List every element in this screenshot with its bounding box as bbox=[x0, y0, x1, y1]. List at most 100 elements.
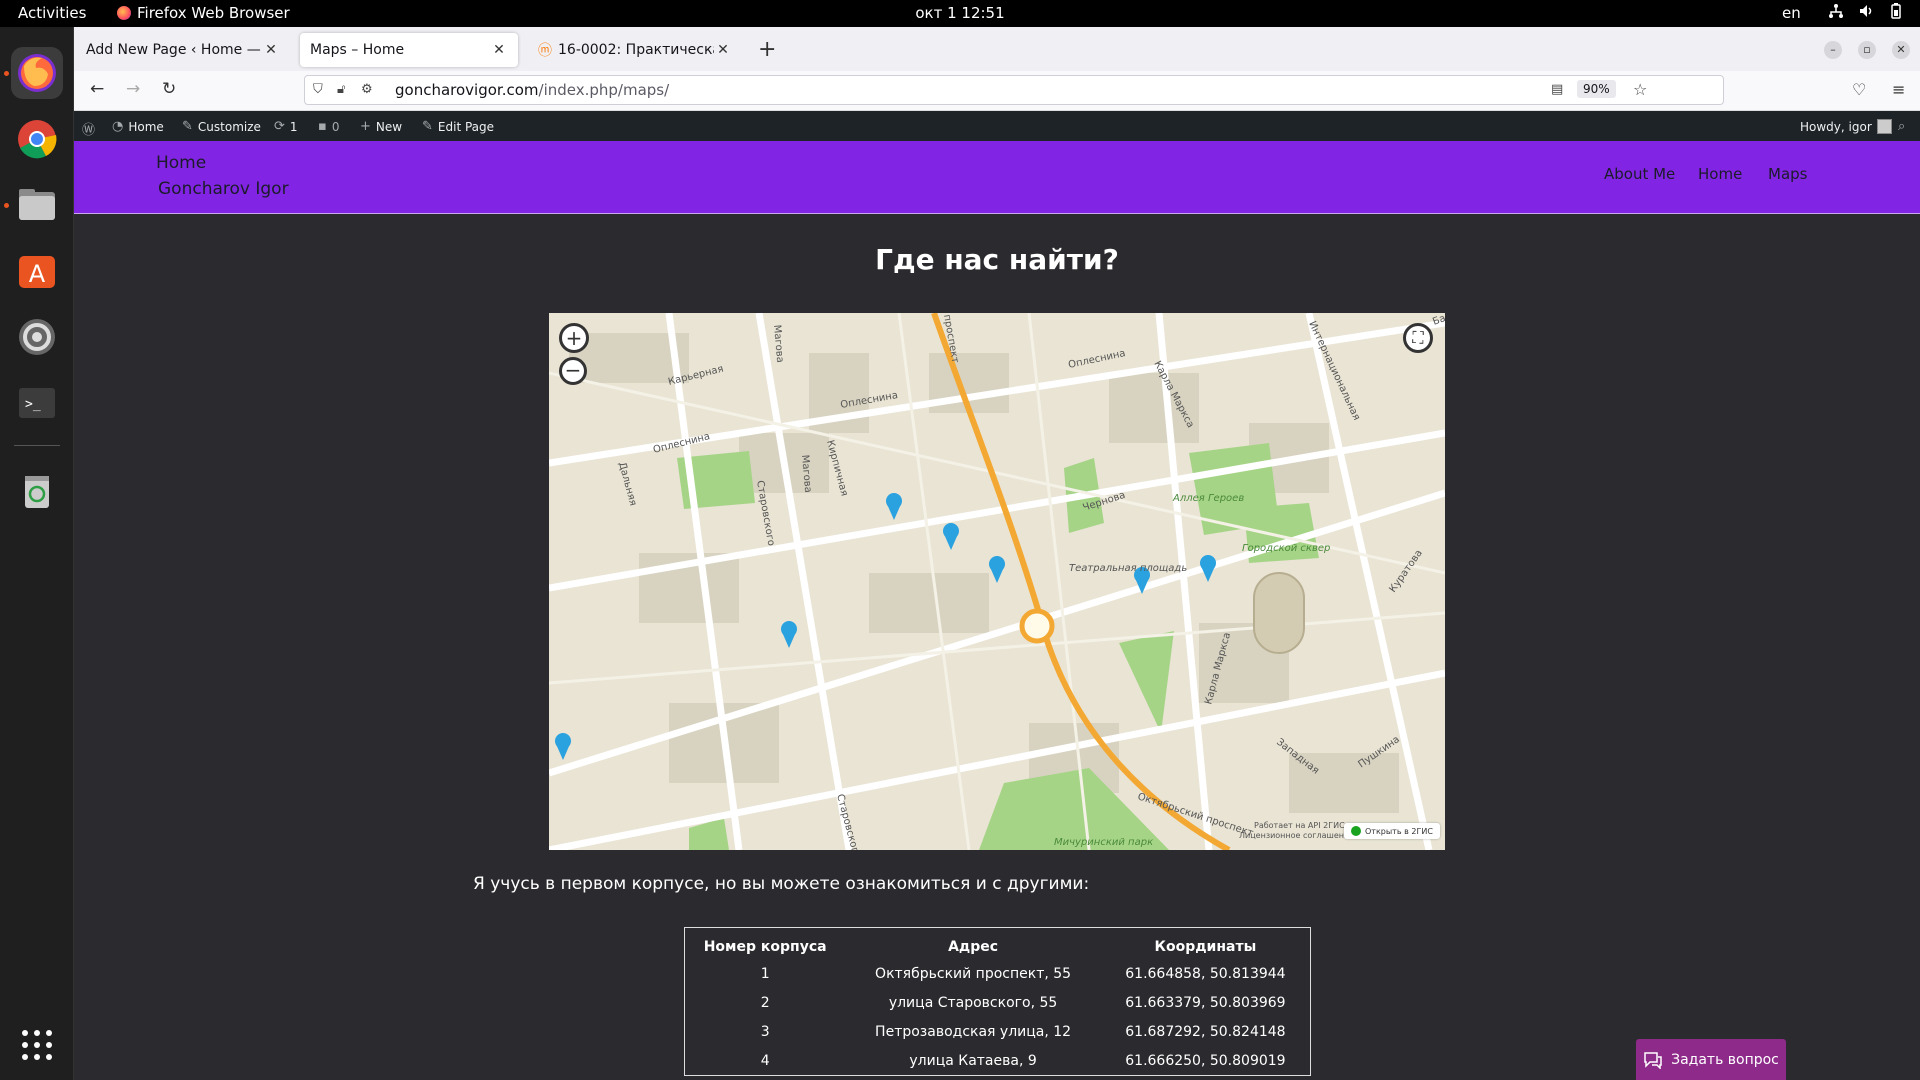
map-widget[interactable]: Бабушк Интернациональная Оплеснина Магов… bbox=[549, 313, 1445, 850]
table-row: 2 улица Старовского, 55 61.663379, 50.80… bbox=[685, 989, 1311, 1018]
dock-terminal[interactable]: >_ bbox=[11, 377, 63, 429]
browser-tab-strip: Add New Page ‹ Home — Wo ✕ Maps – Home ✕… bbox=[74, 27, 1920, 71]
map-label: Старовского bbox=[834, 793, 862, 850]
map-label: Куратова bbox=[1387, 548, 1424, 595]
url-path: /index.php/maps/ bbox=[538, 81, 670, 99]
dock-settings[interactable] bbox=[11, 311, 63, 363]
avatar bbox=[1876, 119, 1892, 134]
brush-icon: ✎ bbox=[182, 119, 193, 134]
reader-view-icon[interactable]: ▤ bbox=[1551, 82, 1563, 97]
system-tray[interactable] bbox=[1828, 3, 1904, 19]
back-button[interactable]: ← bbox=[90, 79, 104, 99]
wp-new-label: New bbox=[375, 119, 403, 134]
close-tab-icon[interactable]: ✕ bbox=[262, 42, 280, 58]
wp-customize-label: Customize bbox=[197, 119, 261, 134]
wp-updates[interactable]: ⟳ 1 bbox=[274, 119, 298, 134]
menu-item-about-me[interactable]: About Me bbox=[1604, 165, 1675, 183]
intro-text: Я учусь в первом корпусе, но вы можете о… bbox=[473, 874, 1090, 894]
table-cell: 61.666250, 50.809019 bbox=[1125, 1052, 1286, 1069]
table-cell: 61.664858, 50.813944 bbox=[1125, 966, 1286, 982]
bookmark-star-icon[interactable]: ☆ bbox=[1633, 80, 1647, 99]
fullscreen-icon[interactable]: ⛶ bbox=[1403, 323, 1433, 353]
marker-icon bbox=[781, 621, 797, 648]
dock-app-center[interactable]: A bbox=[11, 245, 63, 297]
dashboard-icon: ◔ bbox=[112, 119, 124, 134]
moodle-favicon-icon: ⓜ bbox=[538, 43, 552, 59]
app-menu-icon[interactable]: ≡ bbox=[1892, 80, 1905, 99]
wp-home-label: Home bbox=[128, 119, 164, 134]
map-label: Театральная площадь bbox=[1069, 563, 1187, 574]
menu-item-maps[interactable]: Maps bbox=[1768, 165, 1807, 183]
wp-edit-page[interactable]: ✎ Edit Page bbox=[422, 119, 494, 134]
updates-icon: ⟳ bbox=[274, 119, 285, 134]
dock-separator bbox=[14, 445, 60, 446]
app-menu[interactable]: Firefox Web Browser bbox=[117, 4, 290, 22]
table-cell: 2 bbox=[760, 995, 770, 1011]
table-cell: 3 bbox=[760, 1024, 770, 1040]
zoom-level-button[interactable]: 90% bbox=[1577, 80, 1616, 98]
tab-maps-home[interactable]: Maps – Home ✕ bbox=[300, 33, 518, 67]
ask-question-button[interactable]: Задать вопрос bbox=[1636, 1039, 1786, 1080]
activities-button[interactable]: Activities bbox=[18, 4, 86, 22]
app-grid-icon bbox=[22, 1030, 52, 1060]
site-header: Home Goncharov Igor About Me Home Maps bbox=[74, 141, 1920, 214]
dock-files[interactable] bbox=[11, 179, 63, 231]
map-attribution-api[interactable]: Работает на API 2ГИС bbox=[1254, 821, 1345, 830]
permissions-icon[interactable]: ⚙︎ bbox=[361, 82, 373, 97]
close-window-button[interactable]: ✕ bbox=[1892, 41, 1910, 59]
wp-site-home[interactable]: ◔ Home bbox=[112, 119, 164, 134]
tracking-shield-icon[interactable]: ⛉ bbox=[313, 82, 323, 97]
wp-logo-icon[interactable]: Ⓦ bbox=[82, 119, 95, 138]
map-canvas[interactable]: Бабушк Интернациональная Оплеснина Магов… bbox=[549, 313, 1445, 850]
site-tagline: Goncharov Igor bbox=[158, 179, 289, 199]
map-zoom-out-button[interactable]: − bbox=[559, 357, 587, 385]
svg-text:A: A bbox=[29, 260, 46, 288]
network-icon bbox=[1829, 4, 1843, 18]
wp-customize[interactable]: ✎ Customize bbox=[182, 119, 261, 134]
map-zoom-in-button[interactable]: + bbox=[559, 323, 589, 353]
marker-icon bbox=[555, 733, 571, 760]
close-tab-icon[interactable]: ✕ bbox=[714, 42, 732, 58]
table-cell: улица Старовского, 55 bbox=[888, 995, 1058, 1011]
dock-firefox[interactable] bbox=[11, 47, 63, 99]
map-label: Оплеснина bbox=[1067, 348, 1126, 371]
forward-button[interactable]: → bbox=[126, 79, 140, 99]
dock: A >_ bbox=[0, 27, 74, 1080]
tab-add-new-page[interactable]: Add New Page ‹ Home — Wo ✕ bbox=[76, 33, 290, 67]
table-cell: Петрозаводская улица, 12 bbox=[875, 1024, 1072, 1040]
wp-search-icon[interactable]: ⌕ bbox=[1898, 119, 1905, 134]
wp-edit-label: Edit Page bbox=[437, 119, 495, 134]
dock-chrome[interactable] bbox=[11, 113, 63, 165]
app-center-icon: A bbox=[19, 256, 55, 288]
settings-icon bbox=[19, 319, 55, 355]
close-tab-icon[interactable]: ✕ bbox=[490, 42, 508, 58]
wp-admin-bar: Ⓦ ◔ Home ✎ Customize ⟳ 1 ▪ 0 + New ✎ Edit Page… bbox=[74, 111, 1920, 141]
tab-practical-work[interactable]: ⓜ 16-0002: Практическая р ✕ bbox=[528, 33, 742, 67]
pocket-icon[interactable]: ♡ bbox=[1852, 80, 1866, 99]
restore-window-button[interactable]: ▫ bbox=[1858, 41, 1876, 59]
table-cell: 1 bbox=[760, 966, 770, 982]
running-indicator bbox=[4, 71, 9, 76]
minimize-window-button[interactable]: – bbox=[1824, 41, 1842, 59]
wp-comments[interactable]: ▪ 0 bbox=[318, 119, 339, 134]
dock-trash[interactable] bbox=[11, 465, 63, 517]
ask-question-label: Задать вопрос bbox=[1671, 1051, 1779, 1068]
marker-icon bbox=[886, 493, 902, 520]
input-language-indicator[interactable]: en bbox=[1782, 4, 1801, 22]
wp-new-content[interactable]: + New bbox=[360, 119, 402, 134]
menu-item-home[interactable]: Home bbox=[1698, 165, 1742, 183]
new-tab-button[interactable]: + bbox=[758, 37, 776, 62]
chrome-icon bbox=[18, 120, 57, 159]
site-title-home[interactable]: Home bbox=[156, 153, 206, 173]
open-in-2gis-button[interactable]: Открыть в 2ГИС bbox=[1344, 823, 1440, 839]
dock-show-apps[interactable] bbox=[11, 1019, 63, 1071]
reload-button[interactable]: ↻ bbox=[162, 79, 176, 99]
trash-icon bbox=[25, 476, 49, 508]
marker-icon bbox=[989, 556, 1005, 583]
insecure-lock-icon[interactable]: 🔓︎ bbox=[337, 82, 345, 97]
map-attribution-license[interactable]: Лицензионное соглашение bbox=[1239, 831, 1354, 840]
wp-my-account[interactable]: Howdy, igor bbox=[1800, 119, 1892, 134]
url-bar[interactable]: ⛉ 🔓︎ ⚙︎ goncharovigor.com/index.php/maps… bbox=[304, 75, 1724, 105]
column-header: Координаты bbox=[1154, 938, 1257, 955]
svg-text:>_: >_ bbox=[25, 397, 41, 412]
